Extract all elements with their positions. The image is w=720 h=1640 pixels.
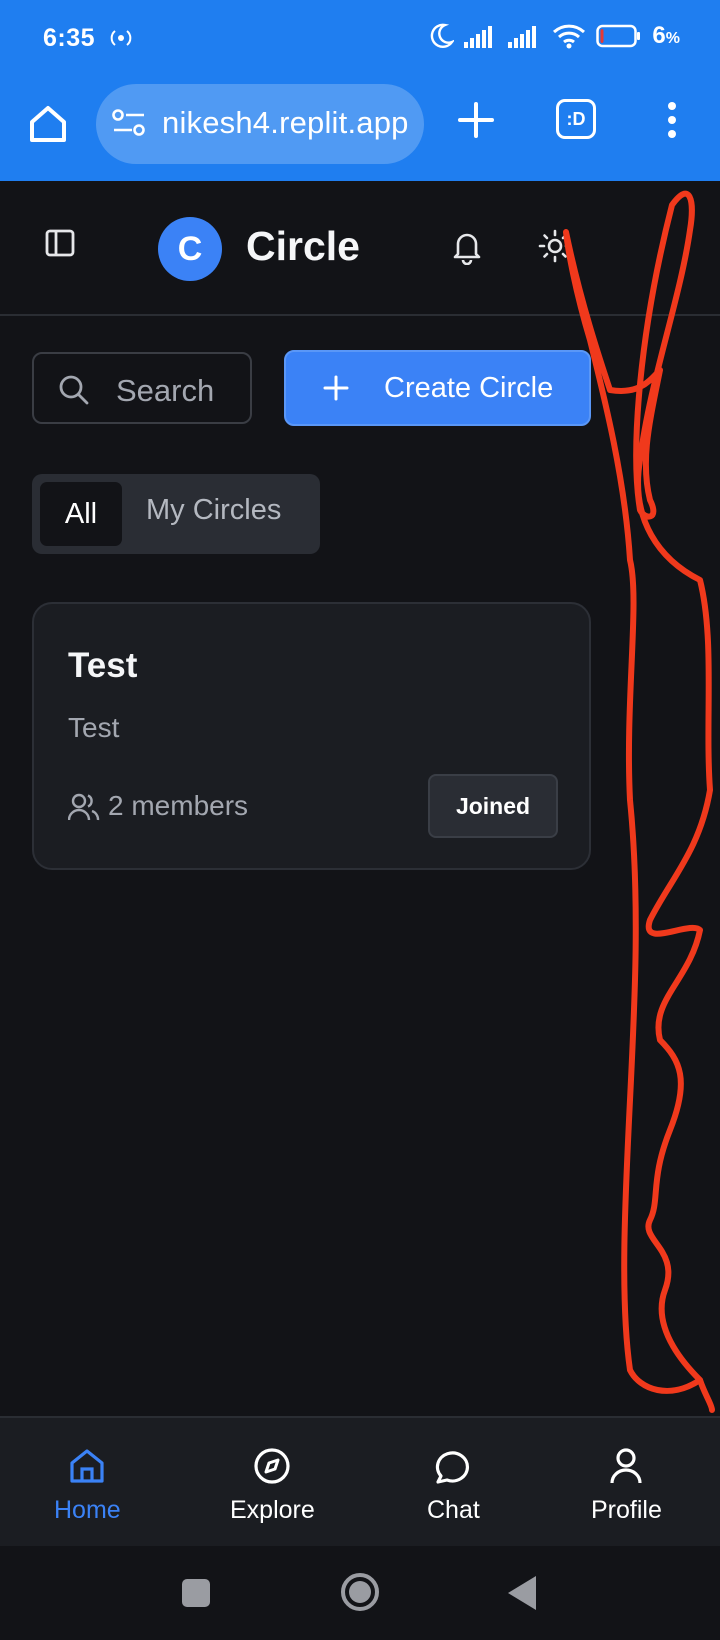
wifi-icon <box>553 24 586 49</box>
search-icon <box>59 375 89 405</box>
battery-icon <box>596 24 641 48</box>
chat-bubble-icon <box>436 1451 470 1484</box>
sidebar-toggle-icon[interactable] <box>44 227 76 259</box>
circle-filter-tabs: All My Circles <box>32 474 320 554</box>
circle-title: Test <box>68 646 138 685</box>
browser-chrome: 6:35 6% nikesh4.replit.app:D <box>0 0 720 181</box>
joined-button[interactable]: Joined <box>428 774 558 838</box>
member-count: 2 members <box>108 790 249 821</box>
app-logo: C <box>158 217 222 281</box>
create-circle-button[interactable]: Create Circle <box>284 350 591 426</box>
url-row: nikesh4.replit.app :D <box>0 82 720 168</box>
recent-apps-icon[interactable] <box>182 1579 210 1607</box>
plus-icon <box>323 375 349 401</box>
browser-home-icon[interactable] <box>26 102 70 146</box>
theme-toggle-sun-icon[interactable] <box>538 229 572 263</box>
nav-home[interactable]: Home <box>54 1446 121 1525</box>
notification-bell-icon[interactable] <box>450 229 484 265</box>
home-icon <box>70 1449 104 1483</box>
cell-signal-icon <box>508 26 537 48</box>
tab-switcher-button[interactable]: :D <box>556 99 596 139</box>
system-back-icon[interactable] <box>508 1576 536 1610</box>
nav-chat-label: Chat <box>427 1496 480 1524</box>
cell-signal-icon <box>464 26 493 48</box>
moon-icon <box>431 23 455 48</box>
circle-description: Test <box>68 712 120 743</box>
new-tab-icon[interactable] <box>456 100 496 140</box>
user-icon <box>610 1448 643 1484</box>
tab-all[interactable]: All <box>40 482 122 546</box>
circle-card[interactable]: Test Test 2 members Joined <box>32 602 591 870</box>
system-home-icon[interactable] <box>341 1573 379 1611</box>
nav-profile-label: Profile <box>591 1496 662 1524</box>
search-input[interactable]: Search <box>32 352 252 424</box>
bottom-nav: Home Explore Chat Profile <box>0 1416 720 1546</box>
address-bar[interactable]: nikesh4.replit.app <box>96 84 424 164</box>
tab-my-circles[interactable]: My Circles <box>146 494 281 527</box>
status-icons: 6% <box>430 22 680 50</box>
nav-explore[interactable]: Explore <box>230 1446 315 1525</box>
status-bar: 6:35 6% <box>0 0 720 78</box>
system-nav-bar <box>0 1546 720 1640</box>
status-time: 6:35 <box>43 24 96 52</box>
nav-home-label: Home <box>54 1496 121 1524</box>
nav-chat[interactable]: Chat <box>427 1446 480 1525</box>
search-placeholder: Search <box>116 373 215 408</box>
compass-icon <box>254 1448 290 1484</box>
hotspot-icon <box>110 30 132 46</box>
app-header: C Circle <box>0 181 720 316</box>
app-title: Circle <box>246 223 360 269</box>
browser-menu-icon[interactable] <box>660 98 684 142</box>
nav-profile[interactable]: Profile <box>591 1446 662 1525</box>
site-settings-icon[interactable] <box>112 108 146 138</box>
url-text: nikesh4.replit.app <box>162 105 409 140</box>
users-icon <box>68 793 100 821</box>
battery-percent: 6% <box>652 22 680 49</box>
create-circle-label: Create Circle <box>384 372 554 404</box>
nav-explore-label: Explore <box>230 1496 315 1524</box>
